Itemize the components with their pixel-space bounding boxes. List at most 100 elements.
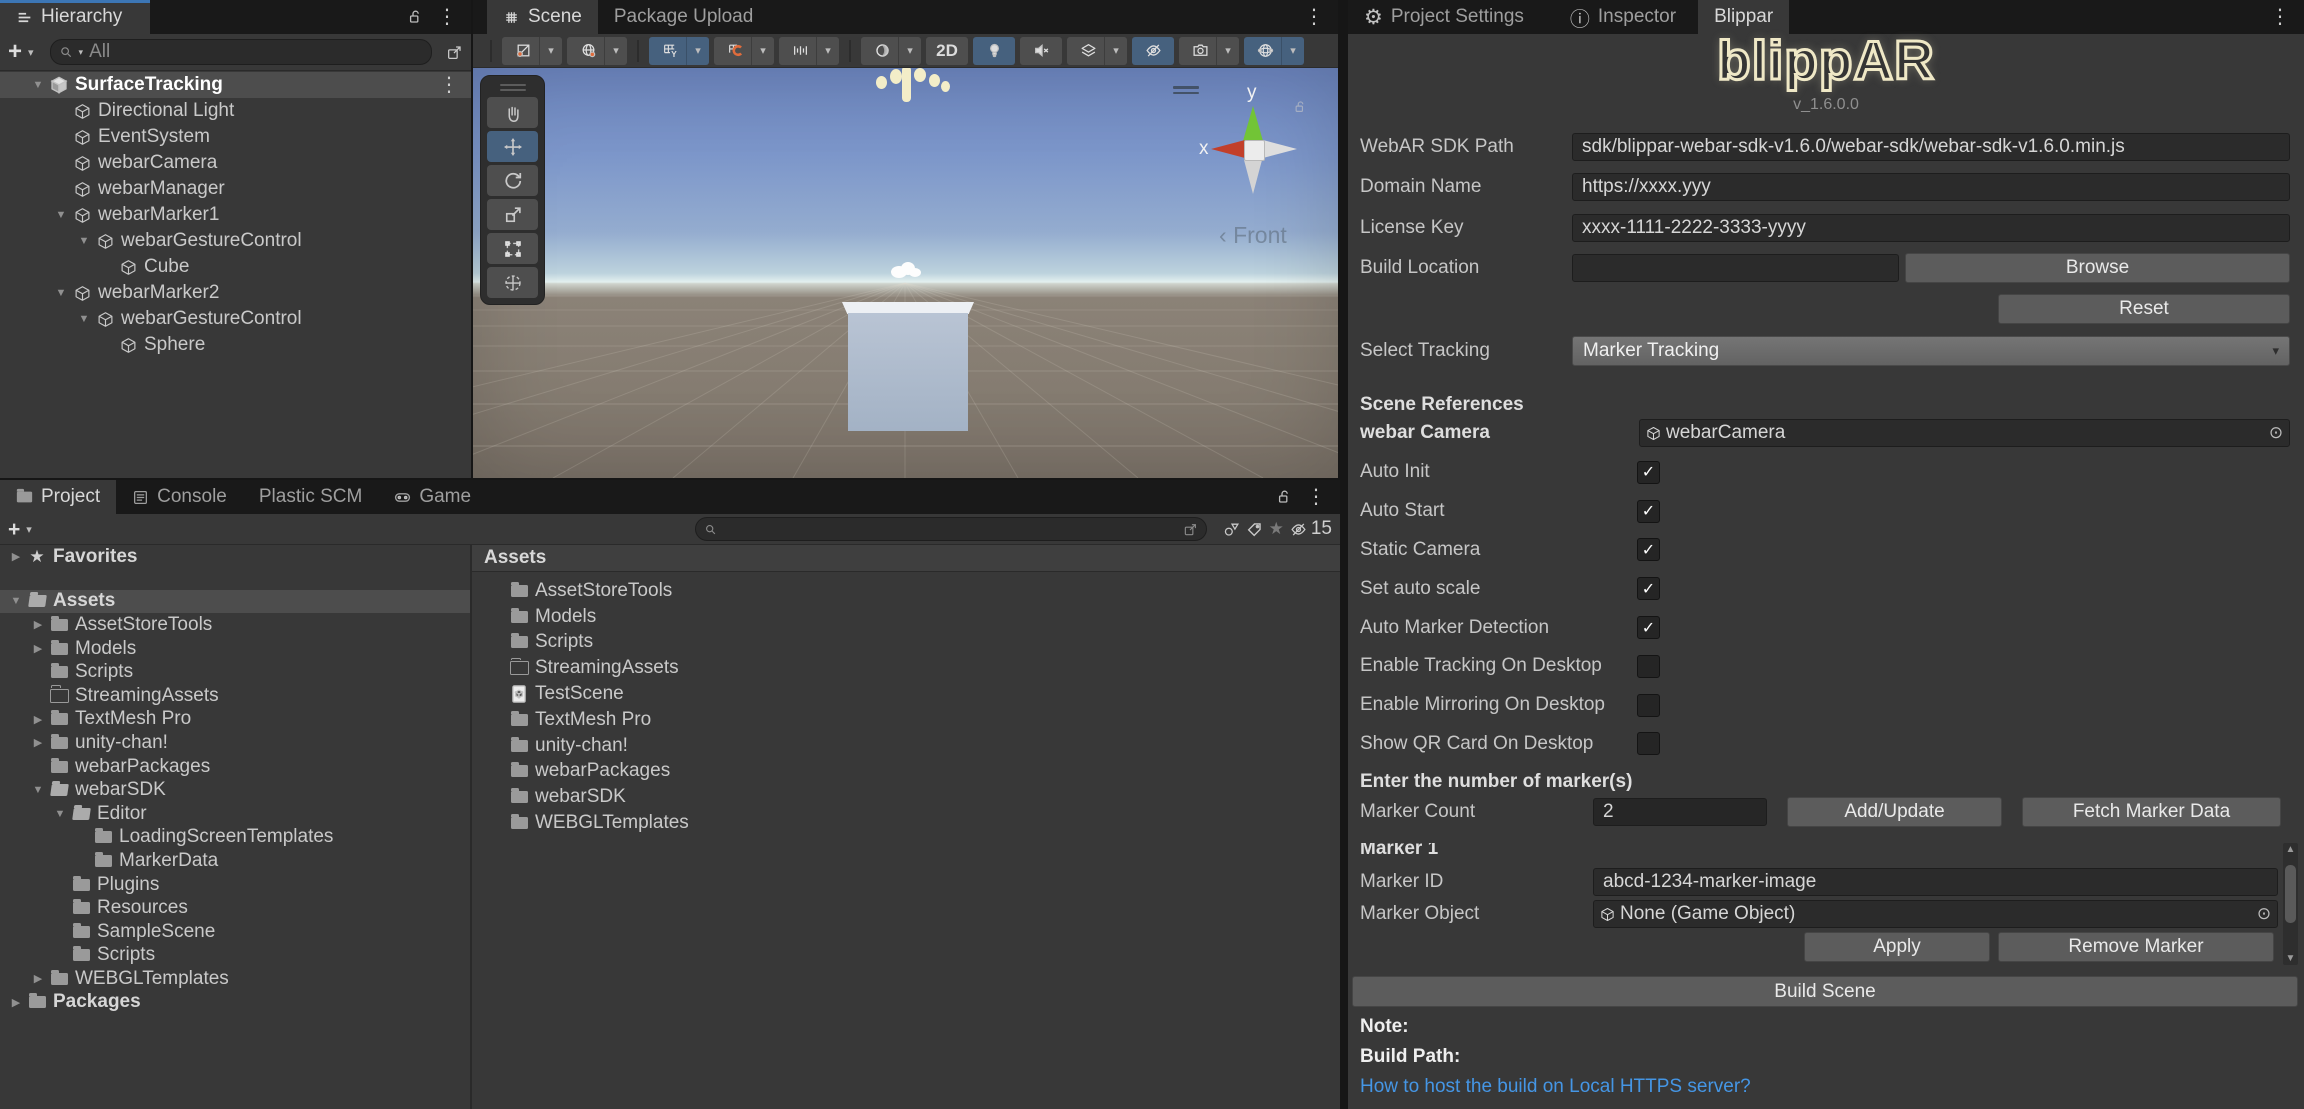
marker-scrollbar[interactable]: ▲ ▼ (2283, 843, 2298, 965)
project-tree-row[interactable]: webarPackages (0, 755, 470, 779)
object-picker-icon[interactable]: ⊙ (2263, 420, 2289, 446)
draw-mode-dropdown[interactable]: ▾ (898, 36, 921, 65)
create-button[interactable]: + (8, 40, 22, 64)
tab-project[interactable]: Project (0, 480, 117, 514)
grid-visibility-dropdown[interactable]: ▾ (686, 36, 709, 65)
gizmo-center-cube[interactable] (1244, 140, 1265, 161)
hierarchy-row[interactable]: ▼ webarMarker1 (0, 202, 471, 228)
project-tree-row[interactable]: Resources (0, 896, 470, 920)
tool-handle-rotation-dropdown[interactable]: ▾ (604, 36, 627, 65)
expander-icon[interactable]: ▼ (28, 79, 48, 91)
asset-item[interactable]: AssetStoreTools (472, 578, 1340, 604)
enable-tracking-on-desktop-checkbox[interactable] (1637, 654, 1660, 678)
expander-icon[interactable]: ▼ (74, 235, 94, 247)
move-tool-button[interactable] (487, 131, 538, 162)
asset-item[interactable]: StreamingAssets (472, 655, 1340, 681)
enable-mirroring-on-desktop-checkbox[interactable] (1637, 693, 1660, 717)
gizmos-dropdown[interactable]: ▾ (1281, 36, 1304, 65)
build-scene-button[interactable]: Build Scene (1352, 976, 2298, 1007)
draw-mode-button[interactable] (861, 36, 903, 65)
project-tree-row[interactable]: ▶ Models (0, 637, 470, 661)
tool-handle-position-button[interactable] (502, 36, 544, 65)
expander-icon[interactable]: ▶ (6, 996, 26, 1009)
tool-handle-position-dropdown[interactable]: ▾ (539, 36, 562, 65)
static-camera-checkbox[interactable]: ✓ (1637, 538, 1660, 562)
scene-effects-dropdown[interactable]: ▾ (1104, 36, 1127, 65)
tab-plastic-scm[interactable]: Plastic SCM (243, 480, 378, 514)
grid-visibility-button[interactable] (649, 36, 691, 65)
tool-handle-rotation-button[interactable] (567, 36, 609, 65)
hierarchy-row[interactable]: ▼ webarMarker2 (0, 280, 471, 306)
camera-settings-dropdown[interactable]: ▾ (1216, 36, 1239, 65)
create-dropdown-icon[interactable]: ▾ (26, 523, 32, 536)
hierarchy-row[interactable]: Cube (0, 254, 471, 280)
project-tree-row[interactable]: ▶ AssetStoreTools (0, 613, 470, 637)
project-tree-row[interactable]: LoadingScreenTemplates (0, 826, 470, 850)
tab-hierarchy[interactable]: Hierarchy (0, 0, 150, 34)
gizmo-right-axis[interactable] (1263, 140, 1297, 158)
expander-icon[interactable]: ▶ (28, 736, 48, 749)
tab-console[interactable]: Console (116, 480, 243, 514)
hierarchy-row[interactable]: ▼ SurfaceTracking ⋮ (0, 72, 471, 98)
expander-icon[interactable]: ▼ (50, 808, 70, 820)
project-tree-row[interactable]: ▶ WEBGLTemplates (0, 967, 470, 991)
license-key-input[interactable]: xxxx-1111-2222-3333-yyyy (1572, 214, 2290, 242)
kebab-menu-icon[interactable]: ⋮ (437, 7, 457, 27)
transform-tool-button[interactable] (487, 267, 538, 298)
domain-name-input[interactable]: https://xxxx.yyy (1572, 173, 2290, 201)
add-update-button[interactable]: Add/Update (1787, 797, 2002, 827)
gizmo-y-axis[interactable] (1243, 106, 1263, 141)
snap-increment-button[interactable] (779, 36, 821, 65)
object-picker-icon[interactable]: ⊙ (2251, 901, 2277, 927)
project-tree-row[interactable]: Plugins (0, 873, 470, 897)
asset-item[interactable]: Scripts (472, 630, 1340, 656)
scene-effects-button[interactable] (1067, 36, 1109, 65)
project-tree-row[interactable]: ▶ Packages (0, 991, 470, 1015)
rotate-tool-button[interactable] (487, 165, 538, 196)
create-dropdown-icon[interactable]: ▾ (28, 46, 34, 59)
apply-button[interactable]: Apply (1804, 932, 1990, 962)
auto-start-checkbox[interactable]: ✓ (1637, 499, 1660, 523)
hierarchy-row[interactable]: Directional Light (0, 98, 471, 124)
gizmo-down-axis[interactable] (1244, 160, 1262, 194)
hierarchy-row[interactable]: ▼ webarGestureControl (0, 228, 471, 254)
asset-item[interactable]: TestScene (472, 681, 1340, 707)
project-tree-row[interactable]: ▼ Editor (0, 802, 470, 826)
expander-icon[interactable]: ▼ (74, 313, 94, 325)
tab-scene[interactable]: Scene (487, 0, 598, 34)
tab-package-upload[interactable]: Package Upload (598, 0, 769, 34)
gizmo-drag-handle[interactable] (1173, 86, 1199, 94)
auto-init-checkbox[interactable]: ✓ (1637, 460, 1660, 484)
open-new-window-icon[interactable] (446, 44, 463, 61)
gizmo-lock-icon[interactable] (1293, 100, 1307, 114)
project-search-input[interactable] (694, 517, 1207, 541)
search-by-type-icon[interactable] (1223, 521, 1240, 538)
create-button[interactable]: + (8, 519, 20, 540)
view-direction-label[interactable]: ‹ Front (1219, 222, 1287, 249)
mode-2d-button[interactable]: 2D (926, 36, 968, 65)
scrollbar-thumb[interactable] (2285, 865, 2296, 923)
expander-icon[interactable]: ▼ (28, 784, 48, 796)
scroll-up-icon[interactable]: ▲ (2283, 844, 2298, 855)
project-tree-row[interactable]: SampleScene (0, 920, 470, 944)
hierarchy-row[interactable]: webarCamera (0, 150, 471, 176)
scene-visibility-button[interactable] (1132, 36, 1174, 65)
orientation-gizmo[interactable]: y x ‹ Front (1173, 76, 1333, 251)
gizmos-button[interactable] (1244, 36, 1286, 65)
tab-game[interactable]: Game (378, 480, 487, 514)
cube-object[interactable] (848, 313, 968, 431)
scroll-down-icon[interactable]: ▼ (2283, 953, 2298, 964)
build-location-input[interactable] (1572, 254, 1899, 282)
scene-viewport[interactable]: y x ‹ Front (473, 68, 1338, 478)
scene-audio-button[interactable] (1020, 36, 1062, 65)
expander-icon[interactable]: ▼ (51, 287, 71, 299)
asset-item[interactable]: webarPackages (472, 759, 1340, 785)
expander-icon[interactable]: ▶ (28, 713, 48, 726)
snap-button[interactable] (714, 36, 756, 65)
hierarchy-row[interactable]: ▼ webarGestureControl (0, 306, 471, 332)
webar-sdk-path-input[interactable]: sdk/blippar-webar-sdk-v1.6.0/webar-sdk/w… (1572, 133, 2290, 161)
project-tree-row[interactable]: ▼ Assets (0, 589, 470, 614)
project-tree-row[interactable]: ▶ ★ Favorites (0, 545, 470, 569)
kebab-menu-icon[interactable]: ⋮ (2270, 7, 2290, 27)
auto-marker-detection-checkbox[interactable]: ✓ (1637, 616, 1660, 640)
